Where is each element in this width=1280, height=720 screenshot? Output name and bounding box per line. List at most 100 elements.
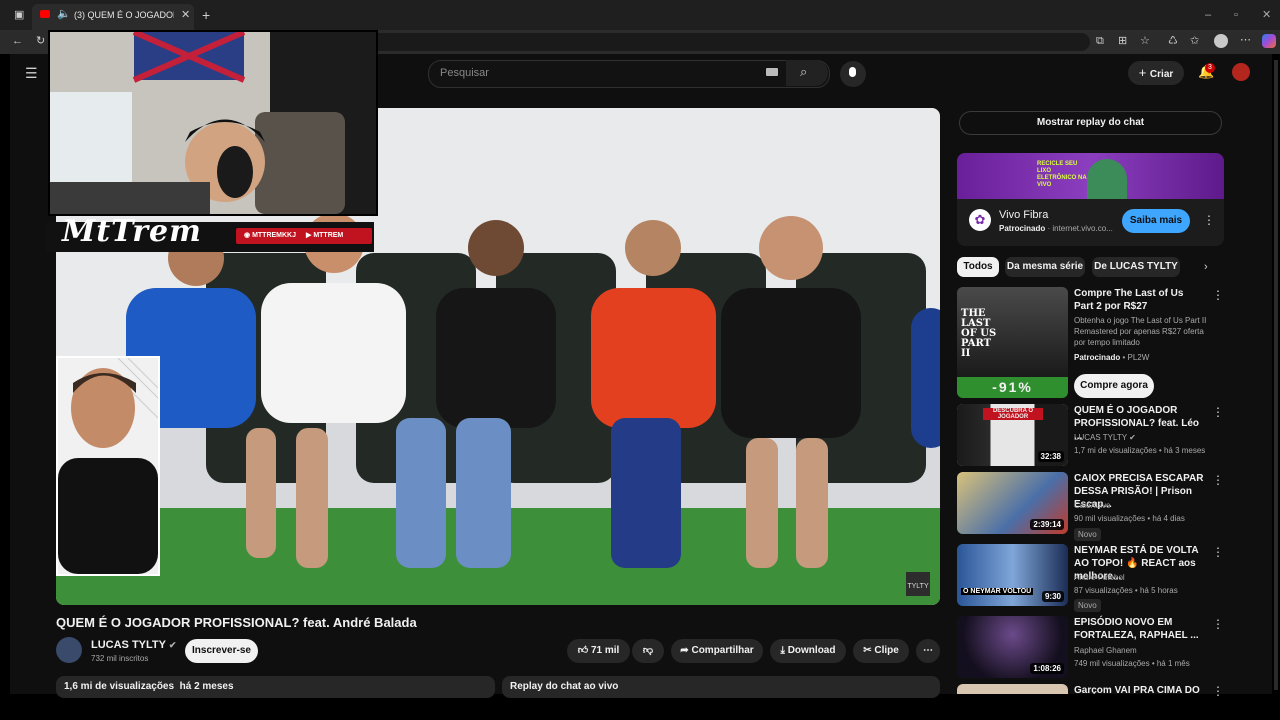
channel-avatar[interactable]: [56, 637, 82, 663]
chat-replay-header: Replay do chat ao vivo: [502, 676, 940, 698]
video-title: QUEM É O JOGADOR PROFISSIONAL? feat. And…: [56, 615, 417, 630]
download-label: Download: [787, 645, 836, 656]
video-menu-icon[interactable]: ⋮: [1212, 545, 1224, 559]
video-thumbnail[interactable]: 2:39:14: [957, 472, 1068, 534]
video-channel[interactable]: André-Futebol: [1074, 571, 1125, 584]
facecam-frame: [58, 358, 158, 574]
ad-menu-icon[interactable]: ⋮: [1203, 213, 1215, 227]
chips-next-icon[interactable]: ›: [1204, 262, 1208, 273]
create-label: Criar: [1149, 69, 1174, 80]
video-duration: 1:08:26: [1030, 663, 1064, 674]
browser-menu-icon[interactable]: ⋯: [1240, 35, 1251, 46]
download-button[interactable]: ⤓ Download: [770, 639, 846, 663]
description-box[interactable]: 1,6 mi de visualizações há 2 meses: [56, 676, 495, 698]
share-icon: ➦: [680, 645, 689, 656]
show-chat-replay-button[interactable]: Mostrar replay do chat: [959, 111, 1222, 135]
new-tab-button[interactable]: +: [202, 8, 210, 22]
subscribe-button[interactable]: Inscrever-se: [185, 639, 258, 663]
search-placeholder: Pesquisar: [440, 67, 489, 79]
hamburger-menu-icon[interactable]: ☰: [25, 66, 38, 80]
minimize-icon[interactable]: –: [1205, 10, 1211, 21]
verified-icon: ✔: [168, 640, 177, 650]
youtube-icon: ▶: [305, 232, 312, 239]
social-handles: ◉ MTTREMKKJ ▶ MTTREM: [236, 228, 372, 244]
reload-icon[interactable]: ↻: [36, 36, 45, 47]
favorites-icon[interactable]: ✩: [1190, 36, 1199, 47]
ad-card[interactable]: RECICLE SEU LIXO ELETRÔNICO NA VIVO ✿ Vi…: [957, 153, 1224, 246]
search-icon: ⌕: [800, 64, 808, 79]
instagram-icon: ◉: [244, 232, 251, 239]
chip-from-channel[interactable]: De LUCAS TYLTY: [1092, 257, 1180, 277]
video-meta: 90 mil visualizações • há 4 dias: [1074, 514, 1185, 523]
video-channel[interactable]: CaioXLive: [1074, 499, 1110, 512]
video-channel[interactable]: LUCAS TYLTY ✔: [1074, 431, 1136, 444]
promo-thumbnail[interactable]: THE LAST OF US PART II -91%: [957, 287, 1068, 398]
video-duration: 2:39:14: [1030, 519, 1064, 530]
ad-cta-button[interactable]: Saiba mais: [1122, 209, 1190, 233]
thumbnail-text: O NEYMAR VOLTOU: [961, 588, 1034, 595]
video-menu-icon[interactable]: ⋮: [1212, 617, 1224, 631]
extension-icon[interactable]: ⧉: [1096, 36, 1104, 47]
chip-same-series[interactable]: Da mesma série: [1005, 257, 1085, 277]
video-menu-icon[interactable]: ⋮: [1212, 405, 1224, 419]
tracking-icon[interactable]: ♺: [1168, 36, 1178, 47]
share-button[interactable]: ➦ Compartilhar: [671, 639, 763, 663]
promo-cta-button[interactable]: Compre agora: [1074, 374, 1154, 398]
promo-menu-icon[interactable]: ⋮: [1212, 288, 1224, 302]
tab-title: (3) QUEM É O JOGADOR PROFISSIONAL? feat.…: [74, 10, 174, 20]
video-meta: 1,7 mi de visualizações • há 3 meses: [1074, 446, 1206, 455]
promo-discount: -91%: [957, 377, 1068, 398]
vivo-logo-icon: ✿: [969, 209, 991, 231]
clip-button[interactable]: ✂ Clipe: [853, 639, 909, 663]
brand-logo: MtTrem: [62, 214, 202, 249]
download-icon: ⤓: [780, 645, 785, 656]
account-avatar[interactable]: [1232, 63, 1250, 81]
new-badge: Novo: [1074, 528, 1101, 541]
ad-sponsored-label: Patrocinado: [999, 224, 1046, 233]
promo-title[interactable]: Compre The Last of Us Part 2 por R$27: [1074, 287, 1204, 313]
channel-text: LUCAS TYLTY: [1074, 433, 1127, 442]
create-button[interactable]: + Criar: [1128, 61, 1184, 85]
verified-icon: ✔: [1129, 433, 1136, 442]
webcam-frame: [50, 32, 376, 214]
window-close-icon[interactable]: ✕: [1262, 10, 1271, 21]
page-scrollbar[interactable]: [1274, 60, 1278, 690]
video-thumbnail[interactable]: DESCUBRA O JOGADOR 32:38: [957, 404, 1068, 466]
guest-facecam: [56, 356, 160, 576]
profile-avatar[interactable]: [1214, 34, 1228, 48]
more-icon: ⋯: [923, 645, 933, 656]
video-title[interactable]: EPISÓDIO NOVO EM FORTALEZA, RAPHAEL ...: [1074, 616, 1204, 642]
video-title[interactable]: Garçom VAI PRA CIMA DO: [1074, 684, 1204, 694]
new-badge: Novo: [1074, 599, 1101, 612]
bookmark-star-icon[interactable]: ☆: [1140, 36, 1150, 47]
channel-name[interactable]: LUCAS TYLTY ✔: [91, 639, 176, 651]
apps-icon[interactable]: ⊞: [1118, 36, 1127, 47]
promo-sponsor-line: Patrocinado • PL2W: [1074, 353, 1150, 362]
speaker-icon[interactable]: 🔈: [57, 9, 71, 20]
instagram-handle: MTTREMKKJ: [252, 232, 297, 239]
back-icon[interactable]: ←: [12, 36, 23, 47]
tab-actions-icon[interactable]: ▣: [14, 10, 24, 21]
clip-label: Clipe: [874, 645, 899, 656]
tab-close-icon[interactable]: ✕: [181, 10, 190, 21]
video-thumbnail[interactable]: [957, 684, 1068, 694]
like-count: 71 mil: [590, 645, 620, 656]
video-duration: 9:30: [1041, 591, 1064, 602]
video-menu-icon[interactable]: ⋮: [1212, 684, 1224, 698]
video-channel[interactable]: Raphael Ghanem: [1074, 644, 1137, 657]
keyboard-icon[interactable]: [766, 68, 778, 76]
video-meta: 87 visualizações • há 5 horas: [1074, 586, 1178, 595]
maximize-icon[interactable]: ▫: [1234, 10, 1238, 21]
chip-all[interactable]: Todos: [957, 257, 999, 277]
video-thumbnail[interactable]: O NEYMAR VOLTOU 9:30: [957, 544, 1068, 606]
video-thumbnail[interactable]: 1:08:26: [957, 616, 1068, 678]
like-button[interactable]: 👍︎ 71 mil: [567, 639, 630, 663]
ad-banner-text: RECICLE SEU LIXO ELETRÔNICO NA VIVO: [1037, 161, 1087, 188]
tylty-watermark: TYLTY: [907, 583, 929, 590]
thumbnail-text: DESCUBRA O JOGADOR: [983, 408, 1043, 420]
video-menu-icon[interactable]: ⋮: [1212, 473, 1224, 487]
copilot-icon[interactable]: [1262, 34, 1276, 48]
more-actions-button[interactable]: ⋯: [916, 639, 940, 663]
scissors-icon: ✂: [863, 645, 872, 656]
dislike-button[interactable]: 👎︎: [632, 639, 664, 663]
